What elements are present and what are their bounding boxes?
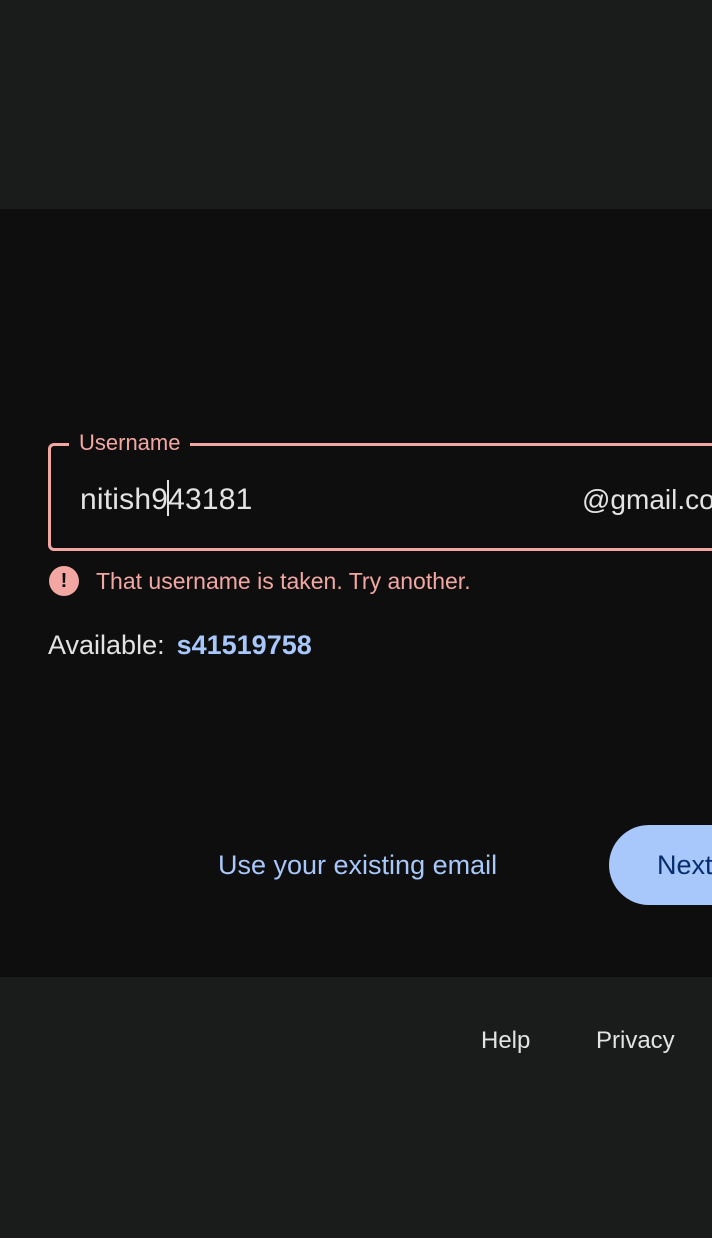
error-message-row: ! That username is taken. Try another. (48, 565, 471, 597)
username-input[interactable]: nitish943181 (80, 480, 253, 520)
error-message: That username is taken. Try another. (96, 568, 471, 594)
error-icon: ! (49, 566, 79, 596)
available-label: Available: (48, 630, 165, 660)
suggested-username-button[interactable]: s41519758 (177, 627, 312, 663)
username-field-label: Username (69, 428, 191, 458)
footer-help-link[interactable]: Help (481, 1025, 530, 1057)
username-value-before-caret: nitish9 (80, 483, 169, 516)
username-value-after-caret: 43181 (168, 483, 253, 516)
available-suggestion: Available: s41519758 (48, 627, 312, 663)
footer: Help Privacy (0, 977, 712, 1238)
main-card: Username nitish943181 @gmail.com ! That … (0, 209, 712, 977)
top-band (0, 0, 712, 209)
email-domain-suffix: @gmail.com (582, 484, 712, 515)
next-button[interactable]: Next (609, 825, 712, 905)
footer-privacy-link[interactable]: Privacy (596, 1025, 675, 1057)
username-field[interactable]: Username nitish943181 @gmail.com (48, 428, 712, 551)
use-existing-email-button[interactable]: Use your existing email (208, 825, 507, 905)
